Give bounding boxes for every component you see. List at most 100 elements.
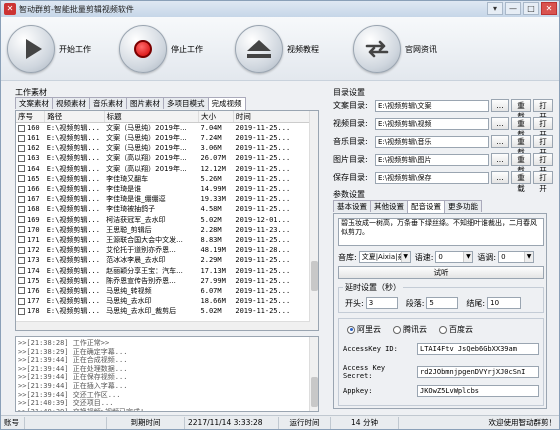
table-row[interactable]: 172 E:\视频剪辑... 艾伦托于道别亦乔恩... 48.19M 2019-11-2…	[16, 245, 318, 255]
start-work-button[interactable]: 开始工作	[7, 21, 91, 77]
segment-delay-input[interactable]: 5	[426, 297, 459, 309]
tone-select[interactable]: 0 ▼	[498, 251, 535, 263]
row-checkbox[interactable]	[18, 134, 25, 142]
row-checkbox[interactable]	[18, 195, 25, 203]
open-button[interactable]: 打开	[533, 171, 553, 193]
row-checkbox[interactable]	[18, 246, 25, 254]
reload-button[interactable]: 重载	[511, 117, 531, 139]
tab-copy-materials[interactable]: 文案素材	[15, 97, 53, 109]
dir-path-input[interactable]: E:\视频剪辑\文案	[375, 99, 489, 112]
open-button[interactable]: 打开	[533, 153, 553, 175]
listen-button[interactable]: 试听	[338, 266, 544, 279]
row-checkbox[interactable]	[18, 175, 25, 183]
table-row[interactable]: 161 E:\视频剪辑... 文案（马思纯）2019年... 7.24M 2019-11…	[16, 133, 318, 143]
dir-path-input[interactable]: E:\视频剪辑\保存	[375, 171, 489, 184]
row-checkbox[interactable]	[18, 216, 25, 224]
table-row[interactable]: 178 E:\视频剪辑... 马思纯_去水印_裁剪后 5.02M 2019-11-25.…	[16, 306, 318, 316]
tab-voice-settings[interactable]: 配音设置	[407, 200, 445, 213]
tab-more-functions[interactable]: 更多功能	[444, 200, 482, 212]
row-checkbox[interactable]	[18, 144, 25, 152]
tab-music-materials[interactable]: 音乐素材	[89, 97, 127, 109]
browse-button[interactable]: ...	[491, 153, 509, 166]
appkey-input[interactable]: JKOwZ5LvWplcbs	[417, 385, 539, 397]
table-row[interactable]: 177 E:\视频剪辑... 马思纯_去水印 18.66M 2019-11-25...	[16, 296, 318, 306]
open-button[interactable]: 打开	[533, 117, 553, 139]
start-delay-input[interactable]: 3	[365, 297, 398, 309]
table-row[interactable]: 170 E:\视频剪辑... 王思聪_剪辑后 2.28M 2019-11-23...	[16, 225, 318, 235]
table-horizontal-scrollbar[interactable]	[16, 321, 310, 330]
table-row[interactable]: 167 E:\视频剪辑... 李佳琦是谁_绷绷逗 19.33M 2019-11-25..…	[16, 194, 318, 204]
dir-path-input[interactable]: E:\视频剪辑\音乐	[375, 135, 489, 148]
table-vertical-scrollbar[interactable]	[309, 111, 318, 330]
table-row[interactable]: 164 E:\视频剪辑... 文案（高以翔）2019年... 12.12M 2019-1…	[16, 164, 318, 174]
provider-baidu-radio[interactable]: 百度云	[439, 324, 473, 335]
maximize-button[interactable]: □	[523, 2, 539, 15]
table-row[interactable]: 173 E:\视频剪辑... 范冰冰李晨_去水印 2.29M 2019-11-25...	[16, 255, 318, 265]
log-scrollbar[interactable]	[309, 337, 318, 411]
browse-button[interactable]: ...	[491, 117, 509, 130]
voice-library-select[interactable]: 文夏|Aixia|亲 ▼	[358, 251, 411, 263]
row-checkbox[interactable]	[18, 287, 25, 295]
stop-work-button[interactable]: 停止工作	[119, 21, 203, 77]
end-delay-input[interactable]: 10	[487, 297, 522, 309]
open-button[interactable]: 打开	[533, 135, 553, 157]
row-checkbox[interactable]	[18, 154, 25, 162]
row-checkbox[interactable]	[18, 256, 25, 264]
table-row[interactable]: 166 E:\视频剪辑... 李佳琦是谁 14.99M 2019-11-25...	[16, 184, 318, 194]
col-header-size[interactable]: 大小	[198, 111, 234, 123]
access-id-input[interactable]: LTAI4Ftv JsQeb6GbXX39am	[417, 343, 539, 355]
table-row[interactable]: 162 E:\视频剪辑... 文案（马思纯）2019年... 3.06M 2019-11…	[16, 143, 318, 153]
row-checkbox[interactable]	[18, 124, 25, 132]
close-button[interactable]: ✕	[541, 2, 557, 15]
table-row[interactable]: 165 E:\视频剪辑... 李佳琦又翻车 5.26M 2019-11-25...	[16, 174, 318, 184]
table-row[interactable]: 168 E:\视频剪辑... 李佳琦被抽鸽子 4.58M 2019-11-25...	[16, 204, 318, 214]
row-checkbox[interactable]	[18, 267, 25, 275]
row-checkbox[interactable]	[18, 297, 25, 305]
row-checkbox[interactable]	[18, 185, 25, 193]
col-header-time[interactable]: 时间	[233, 111, 318, 123]
browse-button[interactable]: ...	[491, 171, 509, 184]
official-news-button[interactable]: 官网资讯	[353, 21, 437, 77]
col-header-path[interactable]: 路径	[44, 111, 105, 123]
table-scroll-thumb[interactable]	[311, 261, 318, 291]
browse-button[interactable]: ...	[491, 135, 509, 148]
minimize-button[interactable]: —	[505, 2, 521, 15]
row-checkbox[interactable]	[18, 205, 25, 213]
reload-button[interactable]: 重载	[511, 153, 531, 175]
reload-button[interactable]: 重载	[511, 135, 531, 157]
open-button[interactable]: 打开	[533, 99, 553, 121]
dir-path-input[interactable]: E:\视频剪辑\图片	[375, 153, 489, 166]
table-row[interactable]: 175 E:\视频剪辑... 陈乔恩宣传告别乔恩... 27.99M 2019-11-2…	[16, 276, 318, 286]
row-checkbox[interactable]	[18, 226, 25, 234]
row-checkbox[interactable]	[18, 277, 25, 285]
col-header-no[interactable]: 序号	[16, 111, 46, 123]
col-header-title[interactable]: 标题	[104, 111, 200, 123]
browse-button[interactable]: ...	[491, 99, 509, 112]
tab-image-materials[interactable]: 图片素材	[126, 97, 164, 109]
tab-other-settings[interactable]: 其他设置	[370, 200, 408, 212]
tab-multi-project[interactable]: 多项目模式	[163, 97, 209, 109]
table-row[interactable]: 171 E:\视频剪辑... 王源联合国大会中文发... 8.83M 2019-11-2…	[16, 235, 318, 245]
tab-basic-settings[interactable]: 基本设置	[333, 200, 371, 212]
table-row[interactable]: 174 E:\视频剪辑... 赵丽颖分享王宝：汽车... 17.13M 2019-11-…	[16, 265, 318, 275]
speed-select[interactable]: 0 ▼	[435, 251, 474, 263]
provider-tencent-radio[interactable]: 腾讯云	[393, 324, 427, 335]
tab-finished-videos[interactable]: 完成视频	[207, 97, 246, 110]
reload-button[interactable]: 重载	[511, 99, 531, 121]
reload-button[interactable]: 重载	[511, 171, 531, 193]
access-secret-input[interactable]: rd2JObmnjpgenDVYrjXJ0cSnI	[417, 366, 539, 378]
table-row[interactable]: 176 E:\视频剪辑... 马思纯_转视频 6.07M 2019-11-25...	[16, 286, 318, 296]
menu-dropdown-button[interactable]: ▾	[487, 2, 503, 15]
tab-video-materials[interactable]: 视频素材	[52, 97, 90, 109]
sample-text-area[interactable]: 碧玉妆成一树高，万条垂下绿丝绦。不知细叶谁裁出，二月春风似剪刀。	[338, 218, 544, 246]
log-scroll-thumb[interactable]	[311, 377, 318, 407]
row-checkbox[interactable]	[18, 236, 25, 244]
row-checkbox[interactable]	[18, 165, 25, 173]
dir-path-input[interactable]: E:\视频剪辑\视频	[375, 117, 489, 130]
provider-aliyun-radio[interactable]: 阿里云	[347, 324, 381, 335]
row-checkbox[interactable]	[18, 307, 25, 315]
table-row[interactable]: 163 E:\视频剪辑... 文案（高以翔）2019年... 26.07M 2019-1…	[16, 153, 318, 163]
table-row[interactable]: 160 E:\视频剪辑... 文案（马思纯）2019年... 7.04M 2019-11…	[16, 123, 318, 134]
table-row[interactable]: 169 E:\视频剪辑... 柯洁获冠军_去水印 5.02M 2019-12-01...	[16, 215, 318, 225]
video-tutorial-button[interactable]: 视频教程	[235, 21, 319, 77]
